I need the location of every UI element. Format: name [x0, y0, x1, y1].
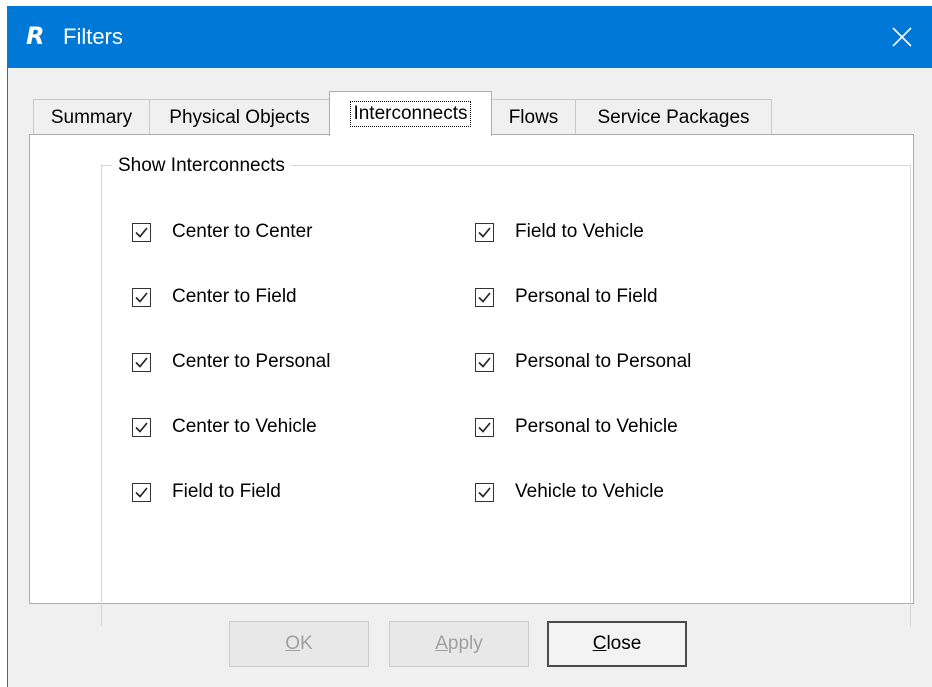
checkbox-personal-to-field[interactable]: Personal to Field	[475, 286, 658, 308]
checkbox-label: Personal to Personal	[515, 351, 692, 372]
checkbox-vehicle-to-vehicle[interactable]: Vehicle to Vehicle	[475, 481, 664, 503]
checkbox-box[interactable]	[132, 287, 151, 307]
tab-interconnects[interactable]: Interconnects	[329, 91, 492, 136]
close-label-rest: lose	[606, 633, 642, 654]
checkbox-label: Center to Center	[172, 221, 313, 242]
close-window-button[interactable]	[871, 6, 932, 68]
close-mnemonic: C	[592, 633, 607, 654]
checkbox-field-to-vehicle[interactable]: Field to Vehicle	[475, 221, 644, 243]
tab-summary[interactable]: Summary	[33, 99, 150, 135]
checkbox-box[interactable]	[475, 417, 494, 437]
tab-label: Flows	[508, 106, 559, 128]
checkmark-icon	[478, 226, 491, 238]
app-logo-icon: R	[26, 22, 45, 50]
checkbox-label: Center to Personal	[172, 351, 331, 372]
checkmark-icon	[478, 486, 491, 498]
close-icon	[892, 27, 912, 47]
checkmark-icon	[135, 356, 148, 368]
checkmark-icon	[478, 421, 491, 433]
checkbox-label: Field to Vehicle	[515, 221, 644, 242]
filters-dialog: R Filters Summary Physical Objects Inter…	[7, 6, 932, 687]
checkbox-box[interactable]	[475, 222, 494, 242]
ok-button[interactable]: OK	[229, 621, 369, 667]
checkmark-icon	[135, 226, 148, 238]
checkbox-center-to-field[interactable]: Center to Field	[132, 286, 297, 308]
apply-button[interactable]: Apply	[389, 621, 529, 667]
checkbox-box[interactable]	[132, 222, 151, 242]
tab-panel-interconnects: Show Interconnects Center to Center Cent…	[29, 134, 914, 626]
checkbox-personal-to-vehicle[interactable]: Personal to Vehicle	[475, 416, 678, 438]
tab-label: Interconnects	[350, 101, 471, 127]
checkbox-label: Personal to Field	[515, 286, 658, 307]
title-bar: R Filters	[8, 6, 932, 68]
checkbox-box[interactable]	[475, 482, 494, 502]
tab-service-packages[interactable]: Service Packages	[575, 99, 772, 135]
window-title: Filters	[63, 24, 123, 49]
tab-physical-objects[interactable]: Physical Objects	[149, 99, 330, 135]
checkbox-label: Center to Field	[172, 286, 297, 307]
checkbox-center-to-personal[interactable]: Center to Personal	[132, 351, 330, 373]
checkmark-icon	[135, 291, 148, 303]
checkbox-center-to-center[interactable]: Center to Center	[132, 221, 312, 243]
checkbox-center-to-vehicle[interactable]: Center to Vehicle	[132, 416, 317, 438]
tab-label: Service Packages	[597, 106, 750, 128]
checkmark-icon	[478, 291, 491, 303]
apply-mnemonic: A	[435, 633, 448, 654]
checkmark-icon	[135, 421, 148, 433]
apply-label-rest: pply	[447, 633, 483, 654]
tab-flows[interactable]: Flows	[491, 99, 576, 135]
checkbox-box[interactable]	[475, 287, 494, 307]
tab-label: Summary	[50, 106, 133, 128]
checkbox-box[interactable]	[132, 352, 151, 372]
checkmark-icon	[478, 356, 491, 368]
ok-label-rest: K	[300, 633, 313, 654]
checkbox-box[interactable]	[475, 352, 494, 372]
checkbox-label: Personal to Vehicle	[515, 416, 678, 437]
checkbox-field-to-field[interactable]: Field to Field	[132, 481, 281, 503]
checkmark-icon	[135, 486, 148, 498]
group-legend: Show Interconnects	[112, 155, 291, 177]
checkbox-box[interactable]	[132, 482, 151, 502]
checkbox-personal-to-personal[interactable]: Personal to Personal	[475, 351, 691, 373]
close-button[interactable]: Close	[547, 621, 687, 667]
checkbox-label: Vehicle to Vehicle	[515, 481, 664, 502]
checkbox-box[interactable]	[132, 417, 151, 437]
tab-label: Physical Objects	[169, 106, 310, 128]
ok-mnemonic: O	[285, 633, 301, 654]
checkbox-label: Center to Vehicle	[172, 416, 317, 437]
checkbox-label: Field to Field	[172, 481, 281, 502]
